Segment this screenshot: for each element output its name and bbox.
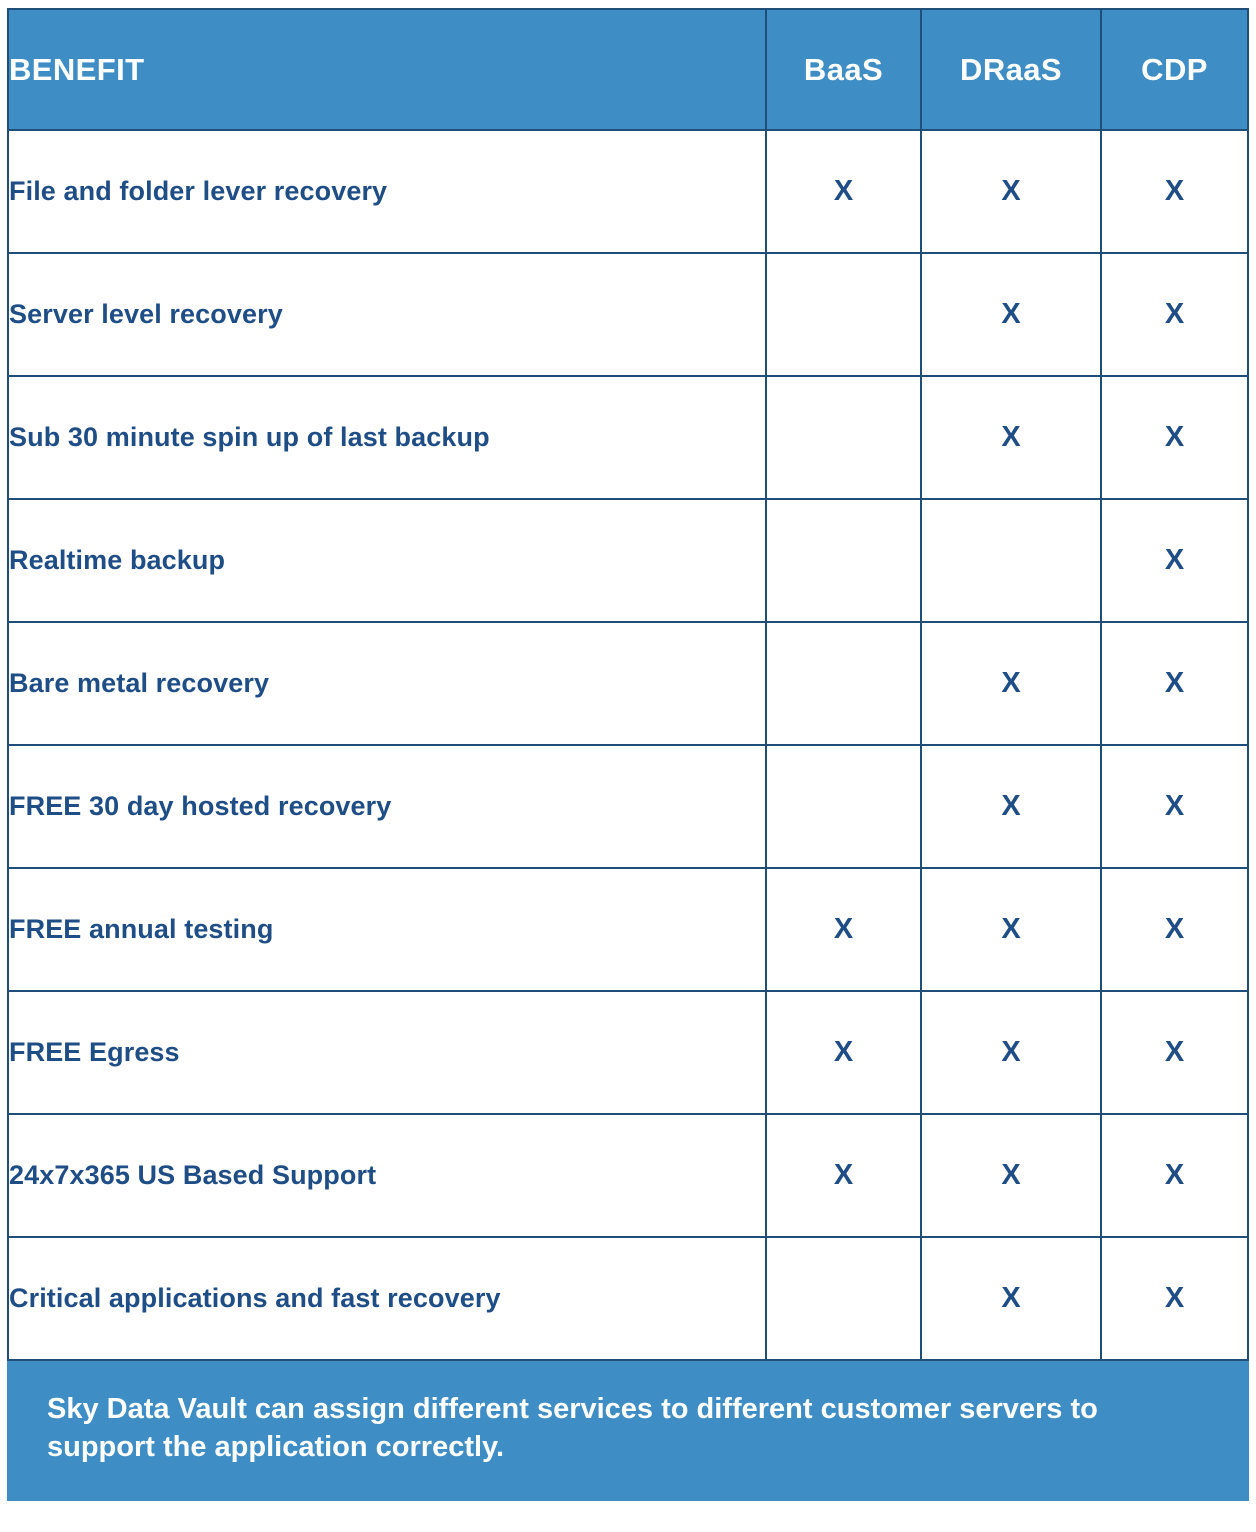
- check-x-mark: X: [1001, 298, 1021, 330]
- cell-baas: X: [765, 990, 922, 1115]
- table-header: BENEFIT BaaS DRaaS CDP: [7, 8, 1249, 131]
- check-x-mark: X: [1001, 913, 1021, 945]
- cell-draas: X: [920, 990, 1102, 1115]
- cell-draas: X: [920, 744, 1102, 869]
- table-row: Server level recovery X X: [7, 252, 1249, 377]
- cell-draas: X: [920, 129, 1102, 254]
- table-row: Critical applications and fast recovery X…: [7, 1236, 1249, 1361]
- check-x-mark: X: [833, 1159, 854, 1191]
- column-header-baas: BaaS: [765, 8, 922, 131]
- table-header-row: BENEFIT BaaS DRaaS CDP: [7, 8, 1249, 131]
- check-x-mark: X: [833, 1036, 854, 1068]
- check-x-mark: X: [1164, 175, 1185, 207]
- benefit-label: FREE 30 day hosted recovery: [7, 744, 767, 869]
- cell-baas: X: [765, 129, 922, 254]
- table-row: 24x7x365 US Based Support X X X: [7, 1113, 1249, 1238]
- check-x-mark: X: [1001, 667, 1021, 699]
- check-x-mark: X: [833, 913, 854, 945]
- cell-cdp: X: [1100, 1113, 1249, 1238]
- benefit-label: Sub 30 minute spin up of last backup: [7, 375, 767, 500]
- cell-cdp: X: [1100, 129, 1249, 254]
- cell-cdp: X: [1100, 498, 1249, 623]
- benefit-label: 24x7x365 US Based Support: [7, 1113, 767, 1238]
- check-x-mark: X: [1001, 175, 1021, 207]
- table-footer: Sky Data Vault can assign different serv…: [7, 1359, 1249, 1501]
- table-row: Realtime backup X: [7, 498, 1249, 623]
- column-header-cdp: CDP: [1100, 8, 1249, 131]
- cell-draas: X: [920, 867, 1102, 992]
- check-x-mark: X: [1164, 790, 1185, 822]
- benefit-comparison-table: BENEFIT BaaS DRaaS CDP File and folder l…: [7, 8, 1249, 1501]
- table-row: Bare metal recovery X X: [7, 621, 1249, 746]
- cell-draas: X: [920, 1113, 1102, 1238]
- table-row: File and folder lever recovery X X X: [7, 129, 1249, 254]
- cell-draas: X: [920, 621, 1102, 746]
- cell-draas: X: [920, 1236, 1102, 1361]
- benefit-label: Server level recovery: [7, 252, 767, 377]
- check-x-mark: X: [1164, 421, 1185, 453]
- benefit-comparison-table-container: BENEFIT BaaS DRaaS CDP File and folder l…: [7, 8, 1249, 1522]
- cell-cdp: X: [1100, 621, 1249, 746]
- check-x-mark: X: [1001, 1159, 1021, 1191]
- check-x-mark: X: [1001, 790, 1021, 822]
- table-row: FREE Egress X X X: [7, 990, 1249, 1115]
- cell-baas: [765, 498, 922, 623]
- footer-note: Sky Data Vault can assign different serv…: [7, 1359, 1249, 1501]
- column-header-draas: DRaaS: [920, 8, 1102, 131]
- cell-cdp: X: [1100, 252, 1249, 377]
- cell-baas: [765, 252, 922, 377]
- check-x-mark: X: [1001, 1036, 1021, 1068]
- cell-draas: X: [920, 375, 1102, 500]
- check-x-mark: X: [1164, 913, 1185, 945]
- check-x-mark: X: [1164, 544, 1185, 576]
- column-header-benefit: BENEFIT: [7, 8, 767, 131]
- benefit-label: FREE annual testing: [7, 867, 767, 992]
- check-x-mark: X: [1164, 667, 1185, 699]
- cell-draas: [920, 498, 1102, 623]
- benefit-label: File and folder lever recovery: [7, 129, 767, 254]
- cell-cdp: X: [1100, 1236, 1249, 1361]
- benefit-label: Bare metal recovery: [7, 621, 767, 746]
- cell-baas: [765, 375, 922, 500]
- table-row: Sub 30 minute spin up of last backup X X: [7, 375, 1249, 500]
- check-x-mark: X: [833, 175, 854, 207]
- cell-baas: X: [765, 867, 922, 992]
- table-body: File and folder lever recovery X X X Server …: [7, 129, 1249, 1361]
- check-x-mark: X: [1164, 1159, 1185, 1191]
- check-x-mark: X: [1001, 1282, 1021, 1314]
- benefit-label: FREE Egress: [7, 990, 767, 1115]
- check-x-mark: X: [1001, 421, 1021, 453]
- cell-baas: [765, 1236, 922, 1361]
- cell-cdp: X: [1100, 867, 1249, 992]
- cell-cdp: X: [1100, 375, 1249, 500]
- cell-baas: [765, 744, 922, 869]
- cell-baas: [765, 621, 922, 746]
- cell-cdp: X: [1100, 744, 1249, 869]
- table-row: FREE 30 day hosted recovery X X: [7, 744, 1249, 869]
- check-x-mark: X: [1164, 1282, 1185, 1314]
- check-x-mark: X: [1164, 298, 1185, 330]
- table-footer-row: Sky Data Vault can assign different serv…: [7, 1359, 1249, 1501]
- benefit-label: Critical applications and fast recovery: [7, 1236, 767, 1361]
- benefit-label: Realtime backup: [7, 498, 767, 623]
- cell-cdp: X: [1100, 990, 1249, 1115]
- cell-baas: X: [765, 1113, 922, 1238]
- check-x-mark: X: [1164, 1036, 1185, 1068]
- cell-draas: X: [920, 252, 1102, 377]
- table-row: FREE annual testing X X X: [7, 867, 1249, 992]
